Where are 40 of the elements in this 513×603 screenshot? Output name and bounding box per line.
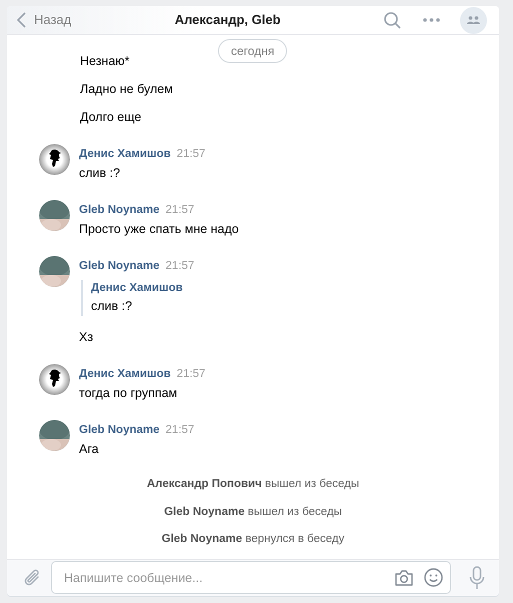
microphone-button[interactable]: [469, 566, 485, 590]
smiley-icon[interactable]: [424, 568, 443, 588]
message-text: Ага: [79, 442, 99, 456]
message-text: тогда по группам: [79, 386, 178, 400]
more-icon: [423, 18, 440, 22]
author-name: Gleb Noyname: [79, 424, 160, 436]
more-button[interactable]: [423, 18, 440, 22]
message-text: Незнаю*: [80, 54, 130, 68]
message-time: 21:57: [176, 148, 206, 160]
quote-author: Денис Хамишов: [91, 280, 184, 296]
author-name: Денис Хамишов: [79, 148, 171, 160]
system-message: Gleb Noyname вернулся в беседу: [162, 533, 344, 546]
date-label: сегодня: [218, 39, 288, 64]
author-name: Gleb Noyname: [79, 260, 160, 272]
message-text: Ладно не булем: [80, 82, 173, 96]
author-name: Gleb Noyname: [79, 204, 160, 216]
message-text: Просто уже спать мне надо: [79, 222, 239, 236]
people-icon: [467, 16, 480, 24]
search-icon: [384, 12, 401, 29]
back-button[interactable]: Назад: [17, 10, 72, 30]
message-text: Долго еще: [80, 110, 142, 124]
author-name: Денис Хамишов: [79, 368, 171, 380]
message-input[interactable]: Напишите сообщение...: [51, 561, 451, 594]
message-text: Хз: [79, 330, 94, 344]
back-icon: [17, 12, 26, 28]
search-button[interactable]: [384, 12, 401, 29]
message-time: 21:57: [176, 368, 206, 380]
system-message: Gleb Noyname вышел из беседы: [164, 506, 342, 518]
message-time: 21:57: [166, 260, 194, 272]
attach-button[interactable]: [23, 568, 41, 588]
message-text: слив :?: [79, 166, 120, 180]
quote-text: слив :?: [91, 298, 134, 315]
message-time: 21:57: [166, 204, 194, 216]
paperclip-icon: [23, 568, 41, 588]
message-time: 21:57: [166, 424, 194, 436]
microphone-icon: [469, 566, 485, 590]
members-button[interactable]: [460, 6, 487, 34]
camera-icon[interactable]: [394, 570, 414, 586]
chat-title: Александр, Gleb: [174, 11, 282, 30]
system-message: Александр Попович вышел из беседы: [146, 478, 360, 490]
